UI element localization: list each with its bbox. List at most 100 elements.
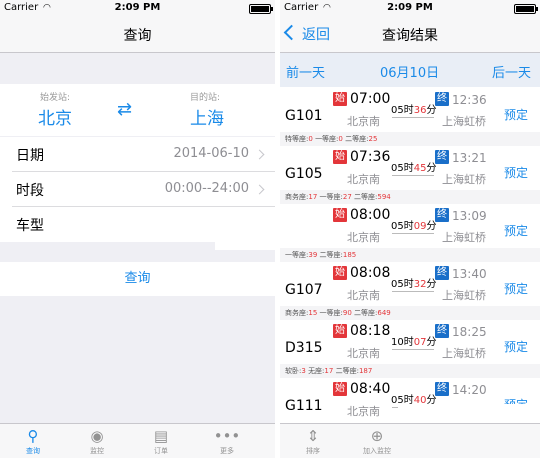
blank-overlay (215, 210, 275, 250)
seat-availability: 一等座:39 二等座:185 (280, 248, 540, 262)
train-number: G107 (285, 282, 323, 298)
train-number: D315 (285, 340, 323, 356)
from-station-label: 始发站: (40, 93, 71, 103)
tab-query[interactable]: ⚲ 查询 (8, 427, 58, 456)
seat-availability: 商务座:15 一等座:90 二等座:649 (280, 306, 540, 320)
start-badge: 始 (333, 150, 347, 164)
battery-icon (249, 4, 273, 14)
time-row-label: 时段 (16, 183, 44, 199)
query-screen: Carrier ◠ 2:09 PM 查询 始发站: 北京 ⇄ 目的站: 上海 日… (0, 0, 275, 458)
date-switcher: 前一天 06月10日 后一天 (280, 53, 540, 87)
book-button[interactable]: 预定 (504, 106, 528, 123)
departure-time: 08:08 (350, 265, 391, 281)
prev-day-button[interactable]: 前一天 (286, 62, 325, 81)
duration: 10时07分 (391, 337, 437, 348)
seat-availability: 商务座:17 一等座:27 二等座:594 (280, 190, 540, 204)
arrival-station: 上海虹桥 (442, 231, 486, 244)
departure-time: 07:00 (350, 91, 391, 107)
current-date: 06月10日 (380, 66, 440, 81)
tab-add-monitor[interactable]: ⊕ 加入监控 (352, 427, 402, 456)
sort-icon: ⇕ (306, 427, 320, 445)
departure-time: 08:00 (350, 207, 391, 223)
departure-time: 08:40 (350, 381, 391, 397)
start-badge: 始 (333, 92, 347, 106)
swap-icon[interactable]: ⇄ (117, 101, 139, 119)
end-badge: 终 (435, 150, 449, 164)
search-icon: ⚲ (27, 427, 39, 445)
departure-station: 北京南 (347, 347, 380, 360)
train-type-label: 车型 (16, 218, 44, 234)
order-icon: ▤ (153, 427, 169, 445)
start-badge: 始 (333, 266, 347, 280)
train-row[interactable]: G101 始 07:00 北京南 05时36分终 12:36 上海虹桥 预定 特等座:0 一等座… (280, 88, 540, 146)
train-row[interactable]: 始 08:00 北京南 05时09分终 13:09 上海虹桥 预定 一等座:39 二等座:18… (280, 204, 540, 262)
start-badge: 始 (333, 382, 347, 396)
date-row-label: 日期 (16, 148, 44, 164)
end-badge: 终 (435, 208, 449, 222)
time-row-value: 00:00--24:00 (164, 181, 249, 196)
time-row[interactable]: 时段 00:00--24:00 (0, 172, 275, 207)
duration: 05时32分 (391, 279, 437, 290)
start-badge: 始 (333, 324, 347, 338)
arrival-time: 13:21 (452, 151, 487, 165)
more-icon: ••• (213, 427, 241, 445)
query-button[interactable]: 查询 (0, 262, 275, 296)
seat-availability: 软卧:3 无座:17 二等座:187 (280, 364, 540, 378)
next-day-button[interactable]: 后一天 (492, 62, 531, 81)
train-row[interactable]: G105 始 07:36 北京南 05时45分终 13:21 上海虹桥 预定 商务座:17 一等… (280, 146, 540, 204)
arrival-time: 13:09 (452, 209, 487, 223)
train-number: G105 (285, 166, 323, 182)
station-selector: 始发站: 北京 ⇄ 目的站: 上海 (0, 84, 275, 136)
departure-time: 08:18 (350, 323, 391, 339)
book-button[interactable]: 预定 (504, 338, 528, 355)
nav-bar: 查询 (0, 16, 275, 53)
tab-sort[interactable]: ⇕ 排序 (288, 427, 338, 456)
from-station[interactable]: 北京 (38, 104, 72, 129)
train-row[interactable]: G107 始 08:08 北京南 05时32分终 13:40 上海虹桥 预定商务座:15 一等… (280, 262, 540, 320)
arrival-time: 14:20 (452, 383, 487, 397)
status-bar: Carrier ◠ 2:09 PM (280, 0, 540, 16)
to-station-label: 目的站: (190, 93, 221, 103)
clock: 2:09 PM (114, 2, 161, 13)
date-row-value: 2014-06-10 (173, 146, 249, 161)
seat-availability: 特等座:0 一等座:0 二等座:25 (280, 132, 540, 146)
book-button[interactable]: 预定 (504, 280, 528, 297)
clock: 2:09 PM (387, 2, 433, 13)
duration: 05时36分 (391, 105, 437, 116)
start-badge: 始 (333, 208, 347, 222)
end-badge: 终 (435, 324, 449, 338)
departure-station: 北京南 (347, 289, 380, 302)
departure-station: 北京南 (347, 115, 380, 128)
chevron-right-icon (254, 149, 265, 160)
end-badge: 终 (435, 382, 449, 396)
end-badge: 终 (435, 92, 449, 106)
tab-orders[interactable]: ▤ 订单 (136, 427, 186, 456)
train-row[interactable]: D315 始 08:18 北京南 10时07分终 18:25 上海虹桥 预定 软卧:3 无座:1… (280, 320, 540, 378)
tab-more[interactable]: ••• 更多 (202, 427, 252, 456)
departure-station: 北京南 (347, 173, 380, 186)
monitor-icon: ◉ (90, 427, 104, 445)
arrival-station: 上海虹桥 (442, 173, 486, 186)
departure-time: 07:36 (350, 149, 391, 165)
departure-station: 北京南 (347, 405, 380, 418)
tab-bar: ⚲ 查询 ◉ 监控 ▤ 订单 ••• 更多 (0, 423, 275, 458)
book-button[interactable]: 预定 (504, 164, 528, 181)
page-title: 查询 (123, 28, 152, 44)
tab-monitor[interactable]: ◉ 监控 (72, 427, 122, 456)
duration: 05时09分 (391, 221, 437, 232)
results-screen: Carrier ◠ 2:09 PM 返回 查询结果 前一天 06月10日 后一天… (280, 0, 540, 458)
arrival-time: 13:40 (452, 267, 487, 281)
status-bar: Carrier ◠ 2:09 PM (0, 0, 275, 16)
to-station[interactable]: 上海 (190, 104, 224, 129)
arrival-station: 上海虹桥 (442, 289, 486, 302)
arrival-time: 12:36 (452, 93, 487, 107)
date-row[interactable]: 日期 2014-06-10 (0, 137, 275, 172)
add-monitor-icon: ⊕ (370, 427, 384, 445)
nav-bar: 返回 查询结果 (280, 16, 540, 53)
arrival-station: 上海虹桥 (442, 115, 486, 128)
arrival-time: 18:25 (452, 325, 487, 339)
tab-bar: ⇕ 排序 ⊕ 加入监控 (280, 423, 540, 458)
battery-icon (514, 4, 538, 14)
end-badge: 终 (435, 266, 449, 280)
book-button[interactable]: 预定 (504, 222, 528, 239)
